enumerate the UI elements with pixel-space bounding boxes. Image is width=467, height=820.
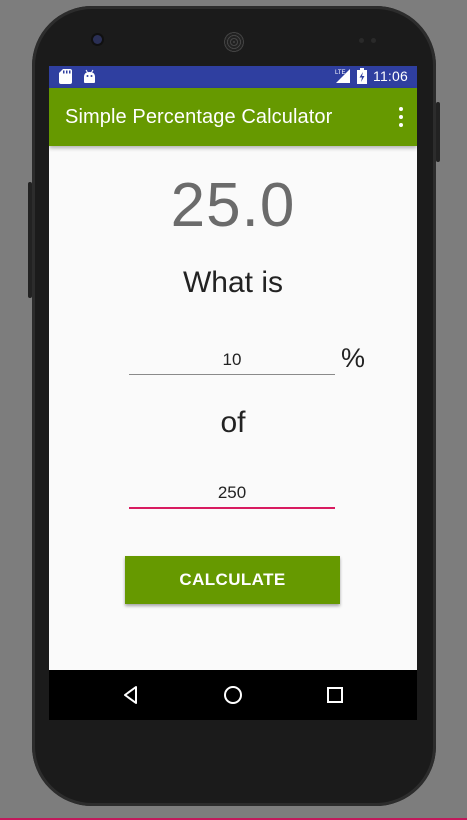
clock: 11:06 <box>373 68 408 84</box>
front-camera <box>93 35 102 44</box>
lte-signal-icon: LTE <box>335 69 350 83</box>
app-title: Simple Percentage Calculator <box>65 106 333 128</box>
percent-input[interactable] <box>129 346 335 375</box>
app-bar: Simple Percentage Calculator <box>49 88 417 146</box>
proximity-sensor <box>359 38 364 43</box>
battery-charging-icon <box>357 68 367 84</box>
light-sensor <box>371 38 376 43</box>
navigation-bar <box>49 670 417 720</box>
home-icon[interactable] <box>221 683 245 707</box>
calculate-button[interactable]: CALCULATE <box>125 556 340 604</box>
of-label: of <box>220 406 246 439</box>
earpiece-speaker <box>224 32 244 52</box>
sd-card-icon <box>59 69 72 84</box>
android-icon <box>84 69 95 83</box>
overflow-menu-icon[interactable] <box>397 107 405 127</box>
amount-input[interactable] <box>129 479 335 509</box>
what-is-label: What is <box>182 266 284 299</box>
result-display: 25.0 <box>170 171 296 240</box>
recents-icon[interactable] <box>323 683 347 707</box>
back-icon[interactable] <box>119 683 143 707</box>
percent-sign-label: % <box>341 343 366 373</box>
power-button <box>436 102 440 162</box>
volume-buttons <box>28 182 32 298</box>
status-bar: LTE 11:06 <box>49 66 417 88</box>
screen: LTE 11:06 Simple Percentage Calculator 2… <box>49 66 417 720</box>
network-type-label: LTE <box>335 70 346 76</box>
